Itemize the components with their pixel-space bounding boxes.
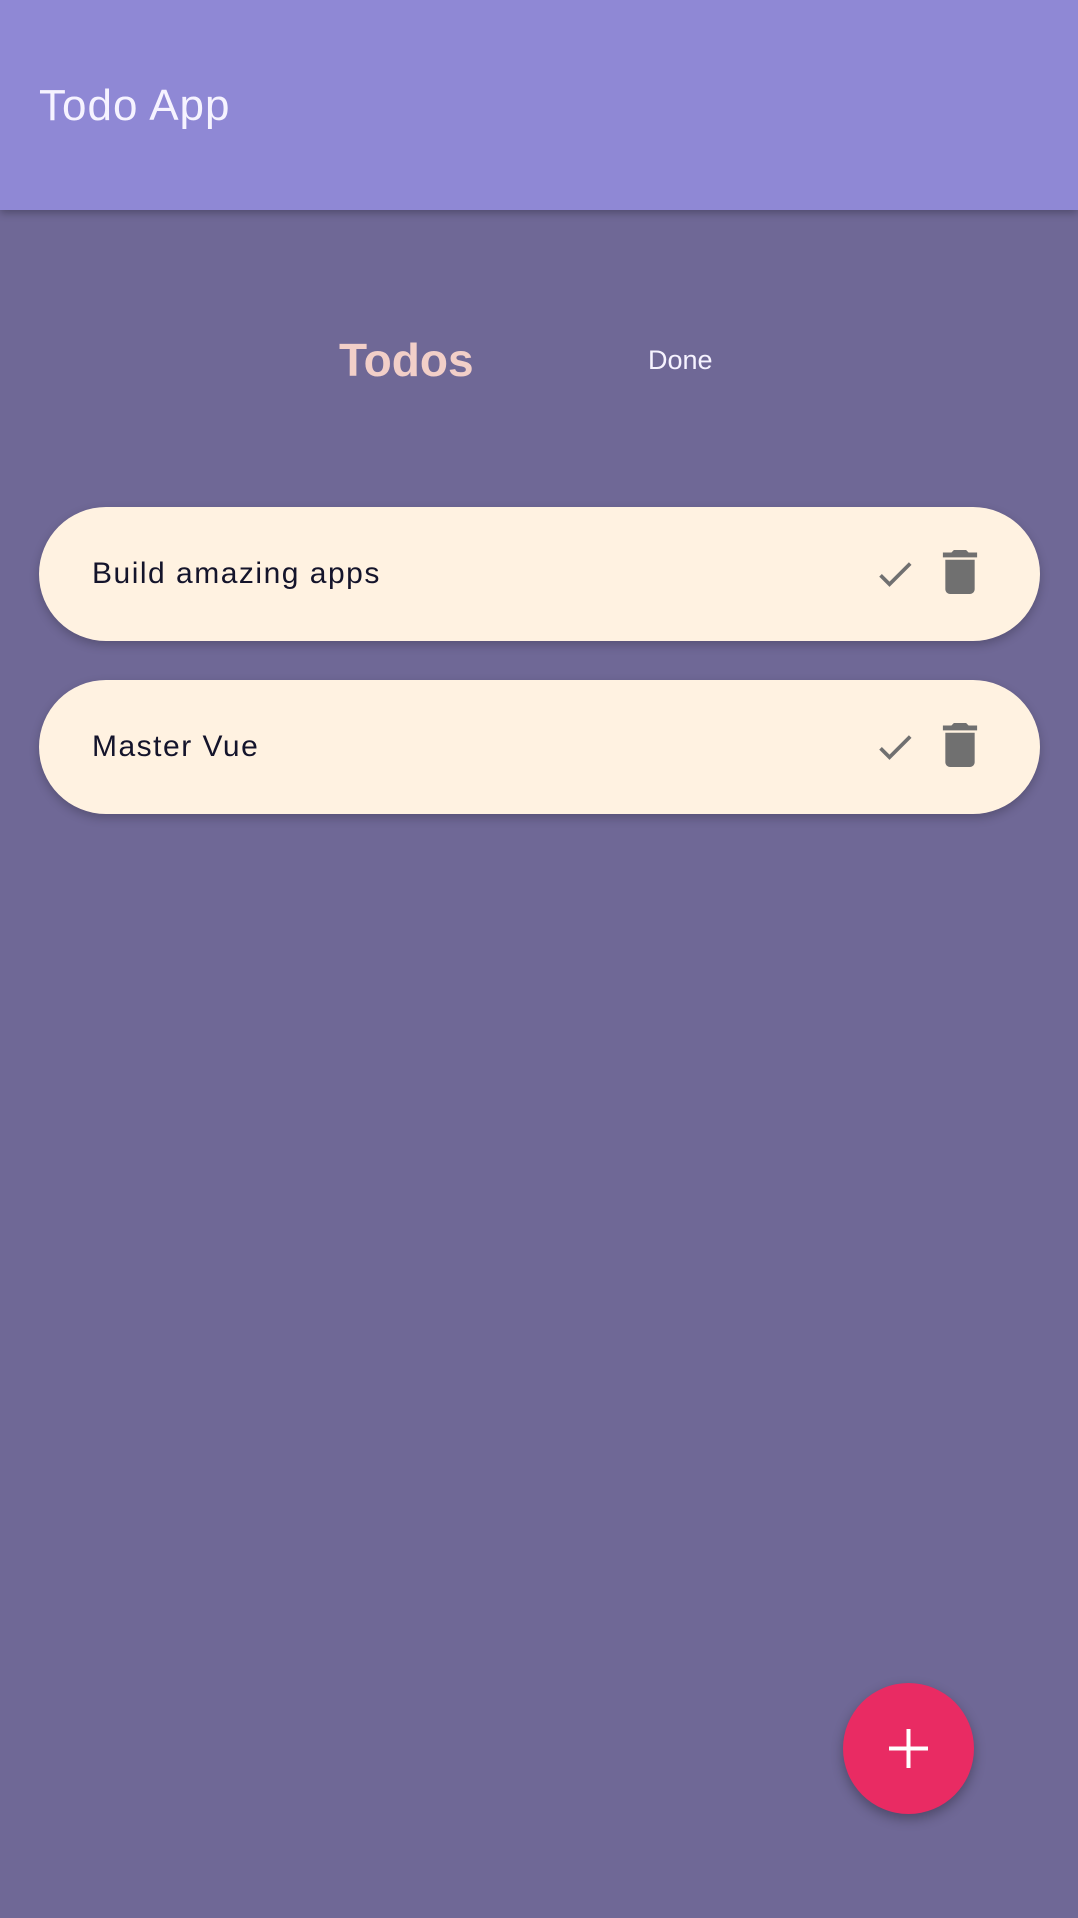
todo-item: Master Vue — [39, 680, 1040, 814]
trash-icon[interactable] — [942, 723, 978, 767]
tab-todos[interactable]: Todos — [339, 320, 474, 400]
check-icon[interactable] — [873, 552, 917, 596]
trash-icon[interactable] — [942, 550, 978, 594]
tab-bar: Todos Done — [0, 320, 1078, 400]
todo-item: Build amazing apps — [39, 507, 1040, 641]
app-title: Todo App — [39, 81, 231, 130]
check-icon[interactable] — [873, 725, 917, 769]
app-bar: Todo App — [0, 0, 1078, 210]
todo-text: Master Vue — [92, 730, 260, 763]
plus-icon — [889, 1729, 928, 1768]
todo-text: Build amazing apps — [92, 557, 381, 590]
todo-list: Build amazing apps Master Vue — [39, 507, 1040, 853]
add-todo-button[interactable] — [843, 1683, 974, 1814]
tab-done[interactable]: Done — [648, 320, 713, 400]
